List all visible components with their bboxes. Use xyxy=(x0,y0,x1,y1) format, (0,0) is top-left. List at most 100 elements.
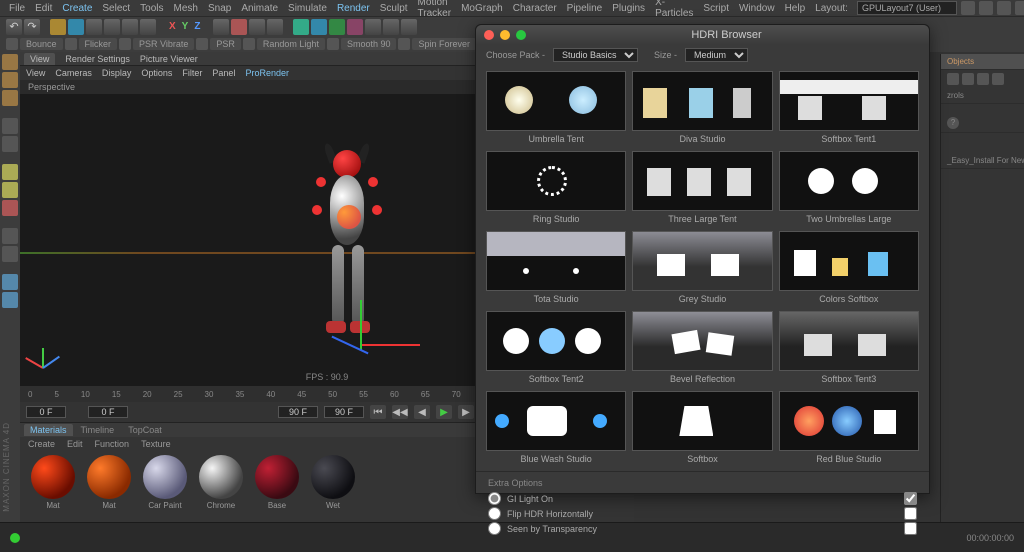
tag-psr[interactable]: PSR xyxy=(210,38,241,50)
vpmenu-filter[interactable]: Filter xyxy=(182,68,202,78)
enable-axis-icon[interactable] xyxy=(2,228,18,244)
transform-gizmo[interactable] xyxy=(340,294,440,364)
hdri-thumbnail[interactable] xyxy=(632,391,772,451)
hdri-item[interactable]: Three Large Tent xyxy=(632,151,772,225)
hdri-item[interactable]: Two Umbrellas Large xyxy=(779,151,919,225)
vpmenu-prorender[interactable]: ProRender xyxy=(245,68,289,78)
hdri-item[interactable]: Grey Studio xyxy=(632,231,772,305)
play-icon[interactable]: ▶ xyxy=(436,405,452,419)
menu-create[interactable]: Create xyxy=(57,3,97,14)
material-preview[interactable] xyxy=(87,455,131,499)
tag-icon[interactable] xyxy=(327,38,339,50)
hdri-item[interactable]: Umbrella Tent xyxy=(486,71,626,145)
hdri-thumbnail[interactable] xyxy=(779,71,919,131)
prev-frame-icon[interactable]: ◀ xyxy=(414,405,430,419)
quantize-icon[interactable] xyxy=(2,292,18,308)
tool-5-icon[interactable] xyxy=(122,19,138,35)
hdri-thumbnail[interactable] xyxy=(779,311,919,371)
tag-icon[interactable] xyxy=(65,38,77,50)
material-item[interactable]: Wet xyxy=(306,455,360,510)
hdri-thumbnail[interactable] xyxy=(779,391,919,451)
material-item[interactable]: Base xyxy=(250,455,304,510)
tag-icon[interactable] xyxy=(6,38,18,50)
material-preview[interactable] xyxy=(311,455,355,499)
obj-icon[interactable] xyxy=(992,73,1004,85)
tag-spin-forever[interactable]: Spin Forever xyxy=(412,38,476,50)
scale-icon[interactable] xyxy=(104,19,120,35)
tag-icon[interactable] xyxy=(243,38,255,50)
hdri-item[interactable]: Bevel Reflection xyxy=(632,311,772,385)
material-item[interactable]: Car Paint xyxy=(138,455,192,510)
hdri-item[interactable]: Red Blue Studio xyxy=(779,391,919,465)
flip-hdr-checkbox[interactable]: Flip HDR Horizontally xyxy=(488,507,917,520)
camera-icon[interactable] xyxy=(383,19,399,35)
layout-next-icon[interactable] xyxy=(979,1,993,15)
hdri-thumbnail[interactable] xyxy=(486,231,626,291)
polygons-mode-icon[interactable] xyxy=(2,200,18,216)
window-zoom-icon[interactable] xyxy=(516,30,526,40)
menu-select[interactable]: Select xyxy=(97,3,135,14)
tag-icon[interactable] xyxy=(119,38,131,50)
tab-objects[interactable]: Objects xyxy=(941,54,1024,70)
prim-cube-icon[interactable] xyxy=(293,19,309,35)
layout-prev-icon[interactable] xyxy=(961,1,975,15)
layout-menu-icon[interactable] xyxy=(1015,1,1024,15)
material-item[interactable]: Mat xyxy=(82,455,136,510)
menu-window[interactable]: Window xyxy=(734,3,780,14)
texture-mode-icon[interactable] xyxy=(2,72,18,88)
hdri-item[interactable]: Tota Studio xyxy=(486,231,626,305)
menu-help[interactable]: Help xyxy=(780,3,811,14)
menu-sculpt[interactable]: Sculpt xyxy=(375,3,413,14)
generator-icon[interactable] xyxy=(329,19,345,35)
obj-icon[interactable] xyxy=(962,73,974,85)
hdri-thumbnail[interactable] xyxy=(632,71,772,131)
edges-mode-icon[interactable] xyxy=(2,182,18,198)
axis-mode-icon[interactable] xyxy=(2,136,18,152)
render-region-icon[interactable] xyxy=(249,19,265,35)
gi-light-checkbox[interactable]: GI Light On xyxy=(488,492,917,505)
hdri-item[interactable]: Ring Studio xyxy=(486,151,626,225)
tag-icon[interactable] xyxy=(398,38,410,50)
hdri-thumbnail[interactable] xyxy=(632,311,772,371)
mat-menu-texture[interactable]: Texture xyxy=(141,439,171,449)
window-minimize-icon[interactable] xyxy=(500,30,510,40)
undo-icon[interactable]: ↶ xyxy=(6,19,22,35)
layout-selector[interactable] xyxy=(857,1,957,15)
help-icon[interactable]: ? xyxy=(947,117,959,129)
menu-simulate[interactable]: Simulate xyxy=(283,3,332,14)
render-settings-icon[interactable] xyxy=(267,19,283,35)
hdri-item[interactable]: Blue Wash Studio xyxy=(486,391,626,465)
object-mode-icon[interactable] xyxy=(2,118,18,134)
tab-view[interactable]: View xyxy=(24,53,55,65)
tool-6-icon[interactable] xyxy=(140,19,156,35)
next-frame-icon[interactable]: ▶ xyxy=(458,405,474,419)
mat-menu-edit[interactable]: Edit xyxy=(67,439,83,449)
menu-edit[interactable]: Edit xyxy=(30,3,57,14)
material-preview[interactable] xyxy=(199,455,243,499)
hdri-item[interactable]: Softbox Tent3 xyxy=(779,311,919,385)
menu-plugins[interactable]: Plugins xyxy=(607,3,650,14)
menu-snap[interactable]: Snap xyxy=(203,3,236,14)
tag-smooth90[interactable]: Smooth 90 xyxy=(341,38,397,50)
light-icon[interactable] xyxy=(401,19,417,35)
material-item[interactable]: Chrome xyxy=(194,455,248,510)
vpmenu-cameras[interactable]: Cameras xyxy=(55,68,92,78)
vpmenu-panel[interactable]: Panel xyxy=(212,68,235,78)
choose-pack-select[interactable]: Studio Basics xyxy=(553,48,638,62)
frame-end2-field[interactable] xyxy=(324,406,364,418)
frame-end1-field[interactable] xyxy=(278,406,318,418)
model-mode-icon[interactable] xyxy=(2,54,18,70)
hdri-item[interactable]: Softbox Tent1 xyxy=(779,71,919,145)
hdri-thumbnail[interactable] xyxy=(486,151,626,211)
menu-animate[interactable]: Animate xyxy=(236,3,283,14)
menu-tools[interactable]: Tools xyxy=(135,3,168,14)
coord-system-icon[interactable] xyxy=(213,19,229,35)
obj-icon[interactable] xyxy=(977,73,989,85)
menu-character[interactable]: Character xyxy=(508,3,562,14)
prev-key-icon[interactable]: ◀◀ xyxy=(392,405,408,419)
points-mode-icon[interactable] xyxy=(2,164,18,180)
size-select[interactable]: Medium xyxy=(685,48,748,62)
tab-timeline[interactable]: Timeline xyxy=(75,424,121,436)
redo-icon[interactable]: ↷ xyxy=(24,19,40,35)
hdri-thumbnail[interactable] xyxy=(632,231,772,291)
